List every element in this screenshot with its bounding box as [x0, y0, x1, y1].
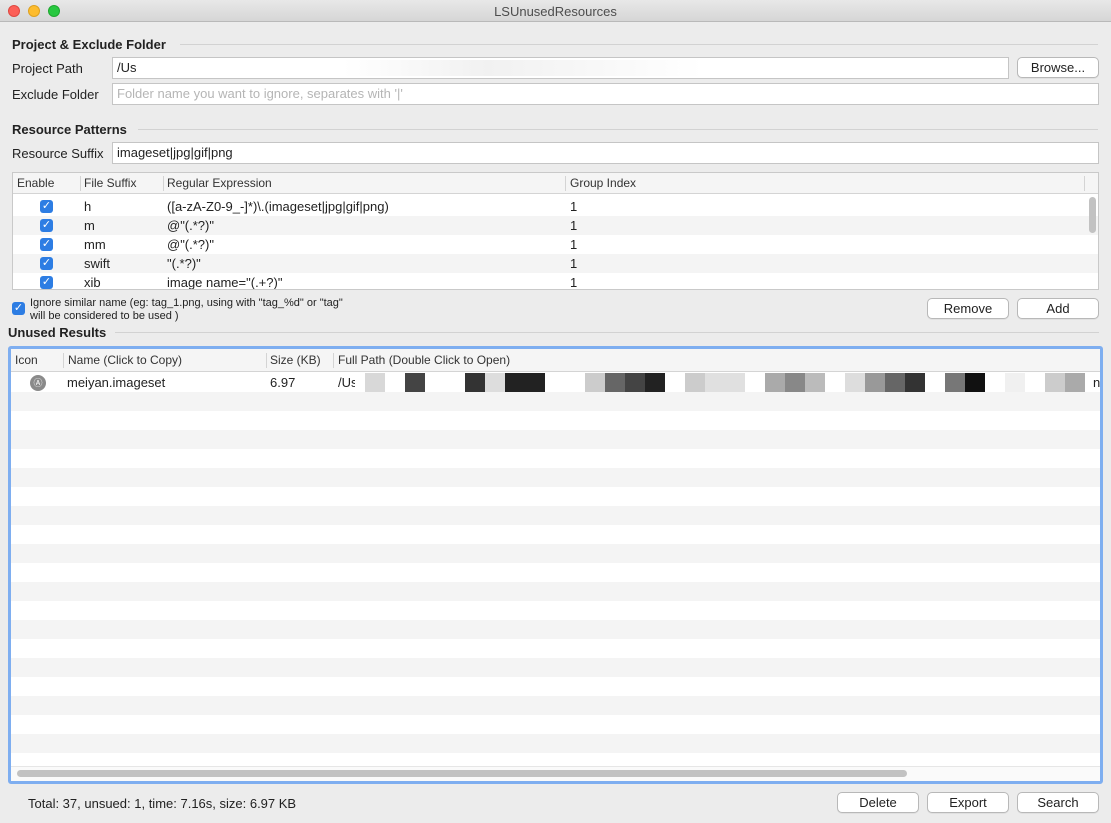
- patterns-scrollbar[interactable]: [1089, 197, 1096, 233]
- export-button[interactable]: Export: [927, 792, 1009, 813]
- column-separator: [1084, 176, 1085, 191]
- pattern-row[interactable]: ✓ m @"(.*?)" 1: [13, 216, 1098, 235]
- search-button[interactable]: Search: [1017, 792, 1099, 813]
- empty-row: [11, 582, 1100, 601]
- column-header-icon[interactable]: Icon: [15, 353, 38, 367]
- ignore-similar-checkbox[interactable]: ✓: [12, 302, 25, 315]
- section-divider: [115, 332, 1099, 333]
- app-window: LSUnusedResources Project & Exclude Fold…: [0, 0, 1111, 823]
- file-suffix-cell: h: [84, 199, 92, 214]
- file-suffix-cell: swift: [84, 256, 110, 271]
- empty-row: [11, 620, 1100, 639]
- redacted-path: [343, 60, 703, 76]
- column-separator: [63, 353, 64, 368]
- regex-cell: @"(.*?)": [167, 237, 214, 252]
- file-suffix-cell: m: [84, 218, 95, 233]
- enable-checkbox[interactable]: ✓: [40, 238, 53, 251]
- empty-row: [11, 525, 1100, 544]
- empty-row: [11, 563, 1100, 582]
- project-path-label: Project Path: [12, 61, 83, 76]
- column-separator: [266, 353, 267, 368]
- enable-checkbox[interactable]: ✓: [40, 257, 53, 270]
- remove-button[interactable]: Remove: [927, 298, 1009, 319]
- empty-row: [11, 449, 1100, 468]
- title-bar: LSUnusedResources: [0, 0, 1111, 22]
- results-table-header: Icon Name (Click to Copy) Size (KB) Full…: [11, 349, 1100, 372]
- result-row[interactable]: Ⓐ meiyan.imageset 6.97 /Us n: [11, 373, 1100, 392]
- result-size-cell: 6.97: [270, 375, 296, 390]
- column-separator: [80, 176, 81, 191]
- empty-row: [11, 658, 1100, 677]
- project-path-value: /Us: [117, 60, 137, 75]
- section-divider: [180, 44, 1098, 45]
- file-suffix-cell: mm: [84, 237, 106, 252]
- result-path-end: n: [1093, 375, 1101, 390]
- regex-cell: image name="(.+?)": [167, 275, 283, 290]
- delete-button[interactable]: Delete: [837, 792, 919, 813]
- column-separator: [565, 176, 566, 191]
- column-separator: [163, 176, 164, 191]
- empty-row: [11, 430, 1100, 449]
- enable-checkbox[interactable]: ✓: [40, 200, 53, 213]
- result-name-cell[interactable]: meiyan.imageset: [67, 375, 165, 390]
- empty-row: [11, 392, 1100, 411]
- resource-suffix-input[interactable]: imageset|jpg|gif|png: [112, 142, 1099, 164]
- empty-row: [11, 601, 1100, 620]
- group-index-cell: 1: [570, 199, 578, 214]
- project-path-field[interactable]: /Us: [112, 57, 1009, 79]
- empty-row: [11, 487, 1100, 506]
- empty-row: [11, 411, 1100, 430]
- regex-cell: @"(.*?)": [167, 218, 214, 233]
- regex-cell: "(.*?)": [167, 256, 201, 271]
- group-index-cell: 1: [570, 218, 578, 233]
- empty-row: [11, 715, 1100, 734]
- file-suffix-cell: xib: [84, 275, 101, 290]
- exclude-folder-label: Exclude Folder: [12, 87, 99, 102]
- pattern-row[interactable]: ✓ mm @"(.*?)" 1: [13, 235, 1098, 254]
- results-table[interactable]: Icon Name (Click to Copy) Size (KB) Full…: [8, 346, 1103, 784]
- group-index-cell: 1: [570, 237, 578, 252]
- empty-row: [11, 468, 1100, 487]
- browse-button[interactable]: Browse...: [1017, 57, 1099, 78]
- pattern-row[interactable]: ✓ xib image name="(.+?)" 1: [13, 273, 1098, 290]
- group-index-cell: 1: [570, 256, 578, 271]
- column-header-file-suffix[interactable]: File Suffix: [84, 176, 136, 190]
- window-title: LSUnusedResources: [494, 4, 617, 19]
- column-header-group-index[interactable]: Group Index: [570, 176, 636, 190]
- image-asset-icon: Ⓐ: [30, 375, 46, 391]
- regex-cell: ([a-zA-Z0-9_-]*)\.(imageset|jpg|gif|png): [167, 199, 389, 214]
- project-section-title: Project & Exclude Folder: [12, 37, 166, 52]
- pattern-row[interactable]: ✓ swift "(.*?)" 1: [13, 254, 1098, 273]
- exclude-folder-input[interactable]: Folder name you want to ignore, separate…: [112, 83, 1099, 105]
- empty-row: [11, 544, 1100, 563]
- empty-row: [11, 677, 1100, 696]
- column-separator: [333, 353, 334, 368]
- redacted-path: [355, 373, 1100, 392]
- group-index-cell: 1: [570, 275, 578, 290]
- column-header-regex[interactable]: Regular Expression: [167, 176, 272, 190]
- results-section-title: Unused Results: [8, 325, 107, 340]
- column-header-name[interactable]: Name (Click to Copy): [68, 353, 182, 367]
- ignore-similar-label-line1: Ignore similar name (eg: tag_1.png, usin…: [30, 297, 343, 309]
- column-header-full-path[interactable]: Full Path (Double Click to Open): [338, 353, 510, 367]
- enable-checkbox[interactable]: ✓: [40, 219, 53, 232]
- status-text: Total: 37, unsued: 1, time: 7.16s, size:…: [28, 796, 297, 811]
- column-header-size[interactable]: Size (KB): [270, 353, 321, 367]
- resource-suffix-label: Resource Suffix: [12, 146, 104, 161]
- add-button[interactable]: Add: [1017, 298, 1099, 319]
- patterns-table-header: Enable File Suffix Regular Expression Gr…: [13, 173, 1098, 194]
- patterns-table: Enable File Suffix Regular Expression Gr…: [12, 172, 1099, 290]
- section-divider: [138, 129, 1098, 130]
- enable-checkbox[interactable]: ✓: [40, 276, 53, 289]
- results-horizontal-scrollbar[interactable]: [17, 770, 907, 777]
- empty-row: [11, 639, 1100, 658]
- empty-row: [11, 734, 1100, 753]
- column-header-enable[interactable]: Enable: [17, 176, 54, 190]
- empty-row: [11, 506, 1100, 525]
- empty-row: [11, 696, 1100, 715]
- patterns-section-title: Resource Patterns: [12, 122, 127, 137]
- ignore-similar-label-line2: will be considered to be used ): [30, 310, 179, 322]
- pattern-row[interactable]: ✓ h ([a-zA-Z0-9_-]*)\.(imageset|jpg|gif|…: [13, 197, 1098, 216]
